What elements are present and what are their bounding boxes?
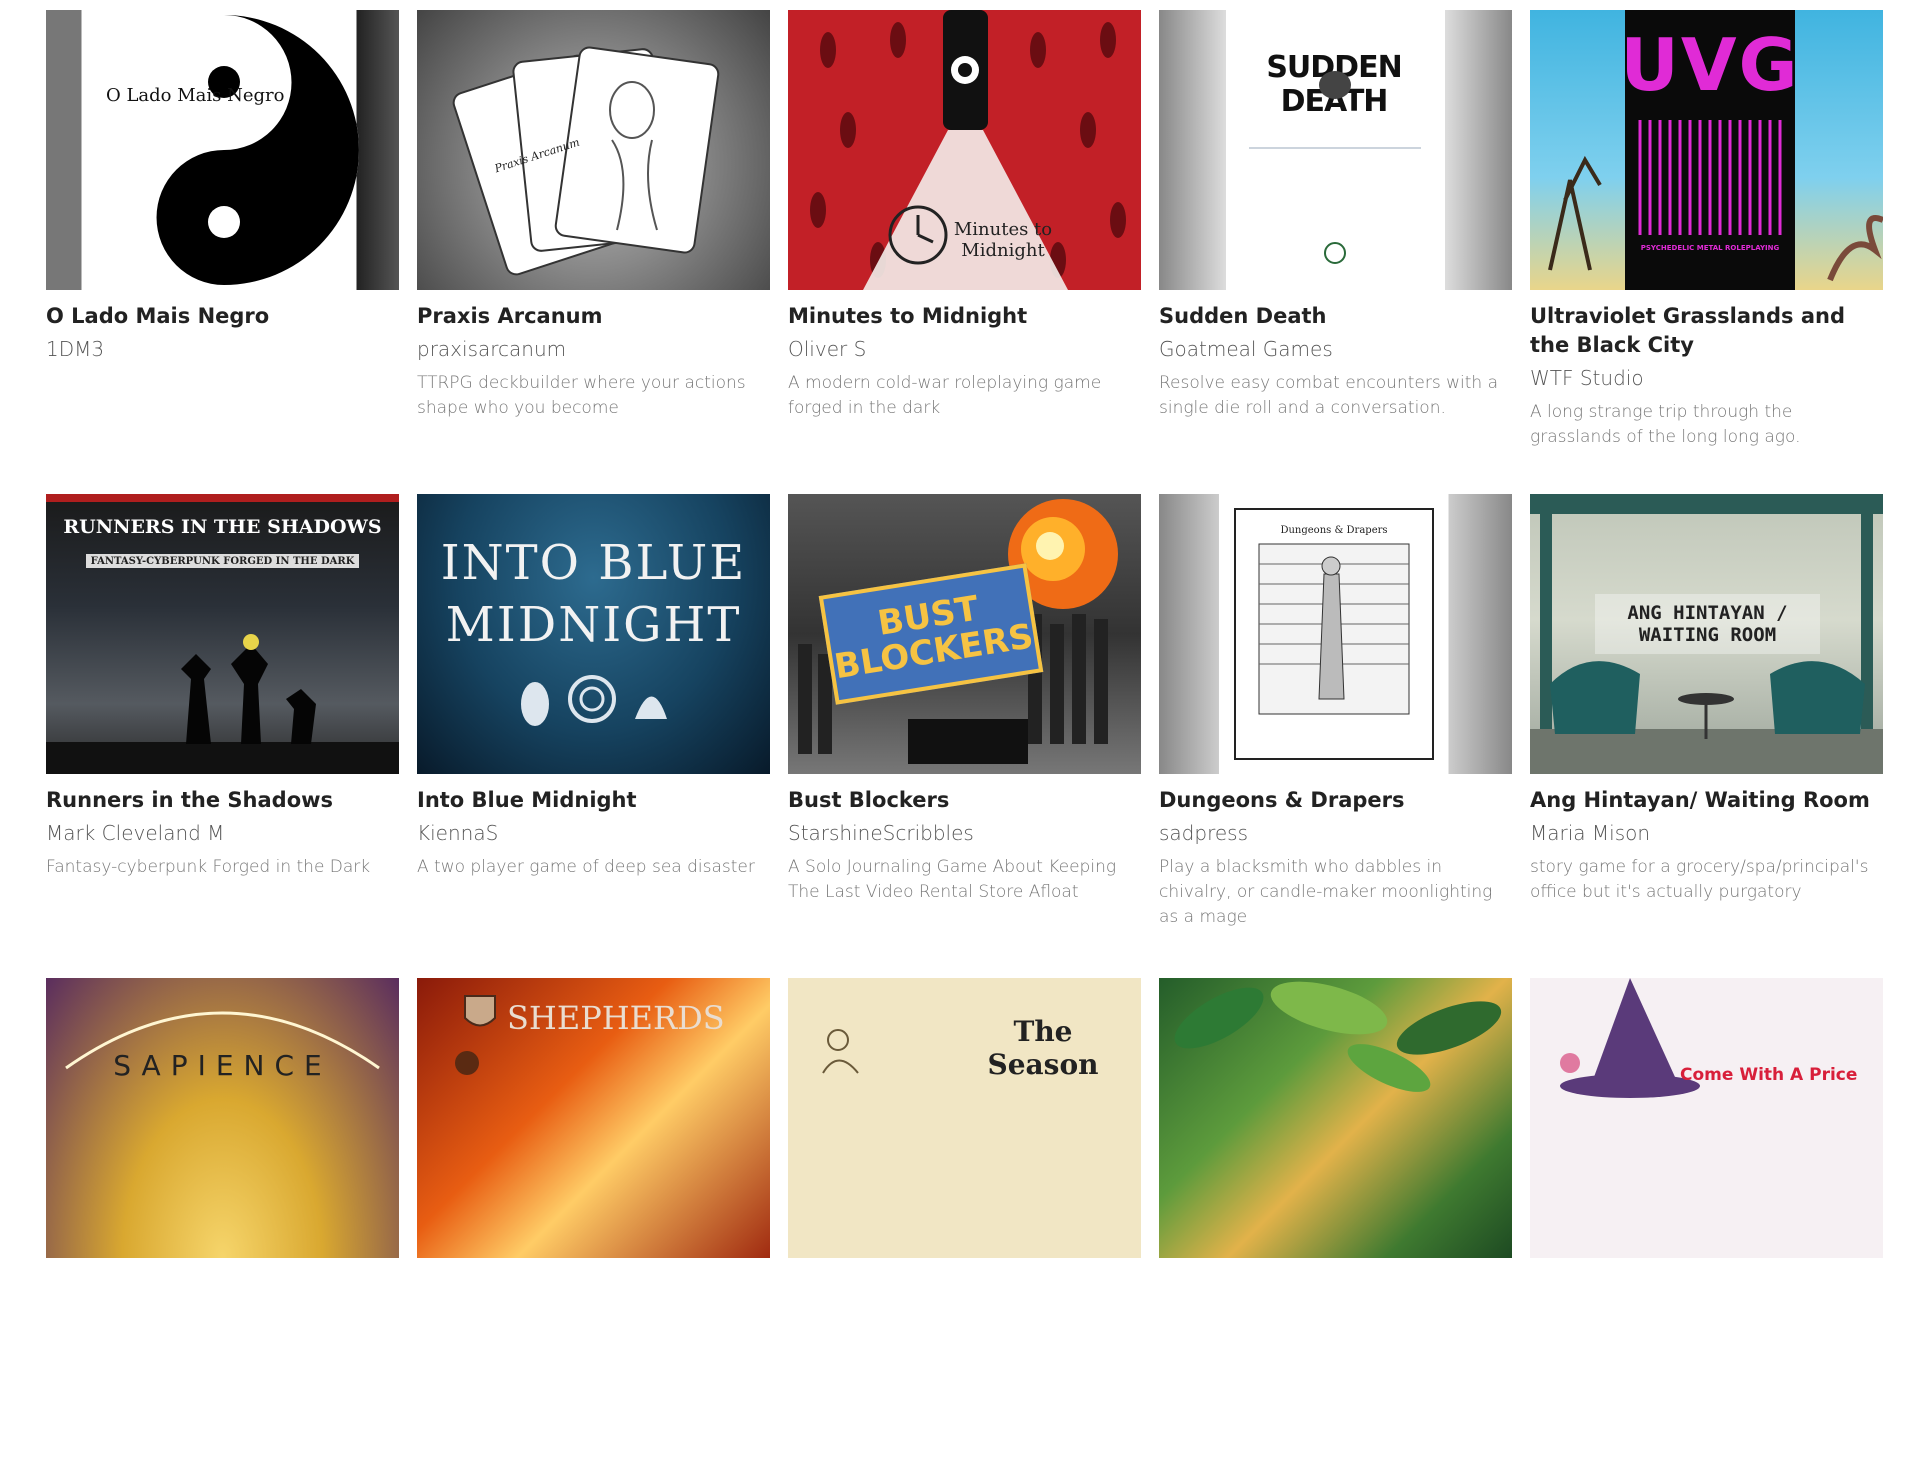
game-card[interactable]: Dungeons & Drapers Dungeons & Drapers sa…: [1159, 494, 1512, 978]
game-cover[interactable]: Praxis Arcanum: [417, 10, 770, 290]
game-description: A two player game of deep sea disaster: [417, 857, 755, 877]
game-description: A modern cold-war roleplaying game forge…: [788, 373, 1102, 418]
cover-title: SAPIENCE: [113, 1048, 332, 1082]
game-card[interactable]: ANG HINTAYAN / WAITING ROOM Ang Hintayan…: [1530, 494, 1883, 978]
game-card[interactable]: Minutes to Midnight Minutes to Midnight …: [788, 10, 1141, 494]
game-card[interactable]: RUNNERS IN THE SHADOWS FANTASY-CYBERPUNK…: [46, 494, 399, 978]
game-author[interactable]: Maria Mison: [1530, 821, 1883, 845]
game-author[interactable]: Oliver S: [788, 337, 1141, 361]
game-cover[interactable]: INTO BLUE MIDNIGHT: [417, 494, 770, 774]
game-title[interactable]: Ultraviolet Grasslands and the Black Cit…: [1530, 302, 1883, 360]
game-title[interactable]: Into Blue Midnight: [417, 786, 770, 815]
skull-icon: [1249, 71, 1421, 264]
game-card[interactable]: Come With A Price: [1530, 978, 1883, 1462]
grid-row: SAPIENCE SHEPHERDS The Season Come With …: [46, 978, 1886, 1462]
game-cover[interactable]: BUST BLOCKERS: [788, 494, 1141, 774]
game-cover[interactable]: O Lado Mais Negro: [46, 10, 399, 290]
game-title[interactable]: O Lado Mais Negro: [46, 302, 399, 331]
silhouettes-icon: [46, 634, 399, 774]
grid-row: O Lado Mais Negro O Lado Mais Negro 1DM3…: [46, 10, 1886, 494]
game-cover[interactable]: [1159, 978, 1512, 1258]
game-cover[interactable]: The Season: [788, 978, 1141, 1258]
game-card[interactable]: UVG PSYCHEDELIC METAL ROLEPLAYING Ultrav…: [1530, 10, 1883, 494]
grid-row: RUNNERS IN THE SHADOWS FANTASY-CYBERPUNK…: [46, 494, 1886, 978]
witch-icon: [1560, 978, 1700, 1098]
cover-title: UVG: [1620, 23, 1800, 107]
game-description: A Solo Journaling Game About Keeping The…: [788, 857, 1117, 902]
game-card[interactable]: SHEPHERDS: [417, 978, 770, 1462]
planet-icon: [65, 1011, 380, 1070]
game-description: Resolve easy combat encounters with a si…: [1159, 373, 1498, 418]
game-title[interactable]: Ang Hintayan/ Waiting Room: [1530, 786, 1883, 815]
game-title[interactable]: Minutes to Midnight: [788, 302, 1141, 331]
yin-yang-icon: [89, 15, 359, 285]
cover-title: Come With A Price: [1680, 1065, 1858, 1085]
game-cover[interactable]: Minutes to Midnight: [788, 10, 1141, 290]
shells-icon: [521, 675, 667, 726]
cover-subtitle: PSYCHEDELIC METAL ROLEPLAYING: [1640, 244, 1780, 252]
game-card[interactable]: SUDDEN DEATH Sudden Death Goatmeal Games…: [1159, 10, 1512, 494]
game-author[interactable]: praxisarcanum: [417, 337, 770, 361]
leaves-icon: [1174, 981, 1502, 1092]
game-card[interactable]: [1159, 978, 1512, 1462]
game-card[interactable]: INTO BLUE MIDNIGHT Into Blue Midnight Ki…: [417, 494, 770, 978]
game-cover[interactable]: RUNNERS IN THE SHADOWS FANTASY-CYBERPUNK…: [46, 494, 399, 774]
game-title[interactable]: Runners in the Shadows: [46, 786, 399, 815]
game-author[interactable]: sadpress: [1159, 821, 1512, 845]
game-title[interactable]: Dungeons & Drapers: [1159, 786, 1512, 815]
game-cover[interactable]: Come With A Price: [1530, 978, 1883, 1258]
cover-title: Minutes to Midnight: [953, 219, 1053, 261]
game-author[interactable]: Mark Cleveland M: [46, 821, 399, 845]
cover-title: O Lado Mais Negro: [106, 84, 285, 106]
game-cover[interactable]: SAPIENCE: [46, 978, 399, 1258]
game-description: Fantasy-cyberpunk Forged in the Dark: [46, 857, 371, 877]
game-cover[interactable]: SUDDEN DEATH: [1159, 10, 1512, 290]
game-card[interactable]: O Lado Mais Negro O Lado Mais Negro 1DM3: [46, 10, 399, 494]
engraving-icon: [1258, 543, 1410, 715]
game-description: TTRPG deckbuilder where your actions sha…: [417, 373, 746, 418]
cover-title: ANG HINTAYAN / WAITING ROOM: [1595, 594, 1820, 654]
game-description: story game for a grocery/spa/principal's…: [1530, 857, 1869, 902]
game-grid: O Lado Mais Negro O Lado Mais Negro 1DM3…: [46, 10, 1886, 1462]
game-description: A long strange trip through the grasslan…: [1530, 402, 1801, 447]
game-author[interactable]: WTF Studio: [1530, 366, 1883, 390]
game-title[interactable]: Bust Blockers: [788, 786, 1141, 815]
game-card[interactable]: SAPIENCE: [46, 978, 399, 1462]
game-cover[interactable]: Dungeons & Drapers: [1159, 494, 1512, 774]
game-card[interactable]: Praxis Arcanum Praxis Arcanum praxisarca…: [417, 10, 770, 494]
game-cover[interactable]: SHEPHERDS: [417, 978, 770, 1258]
game-author[interactable]: 1DM3: [46, 337, 399, 361]
game-card[interactable]: The Season: [788, 978, 1141, 1462]
game-cover[interactable]: ANG HINTAYAN / WAITING ROOM: [1530, 494, 1883, 774]
game-author[interactable]: StarshineScribbles: [788, 821, 1141, 845]
game-author[interactable]: KiennaS: [417, 821, 770, 845]
cover-title: SHEPHERDS: [507, 999, 725, 1037]
game-title[interactable]: Praxis Arcanum: [417, 302, 770, 331]
game-title[interactable]: Sudden Death: [1159, 302, 1512, 331]
cover-title: The Season: [987, 1015, 1099, 1081]
game-description: Play a blacksmith who dabbles in chivalr…: [1159, 857, 1493, 927]
game-card[interactable]: BUST BLOCKERS Bust Blockers StarshineScr…: [788, 494, 1141, 978]
game-cover[interactable]: UVG PSYCHEDELIC METAL ROLEPLAYING: [1530, 10, 1883, 290]
cards-icon: [452, 46, 720, 276]
game-author[interactable]: Goatmeal Games: [1159, 337, 1512, 361]
